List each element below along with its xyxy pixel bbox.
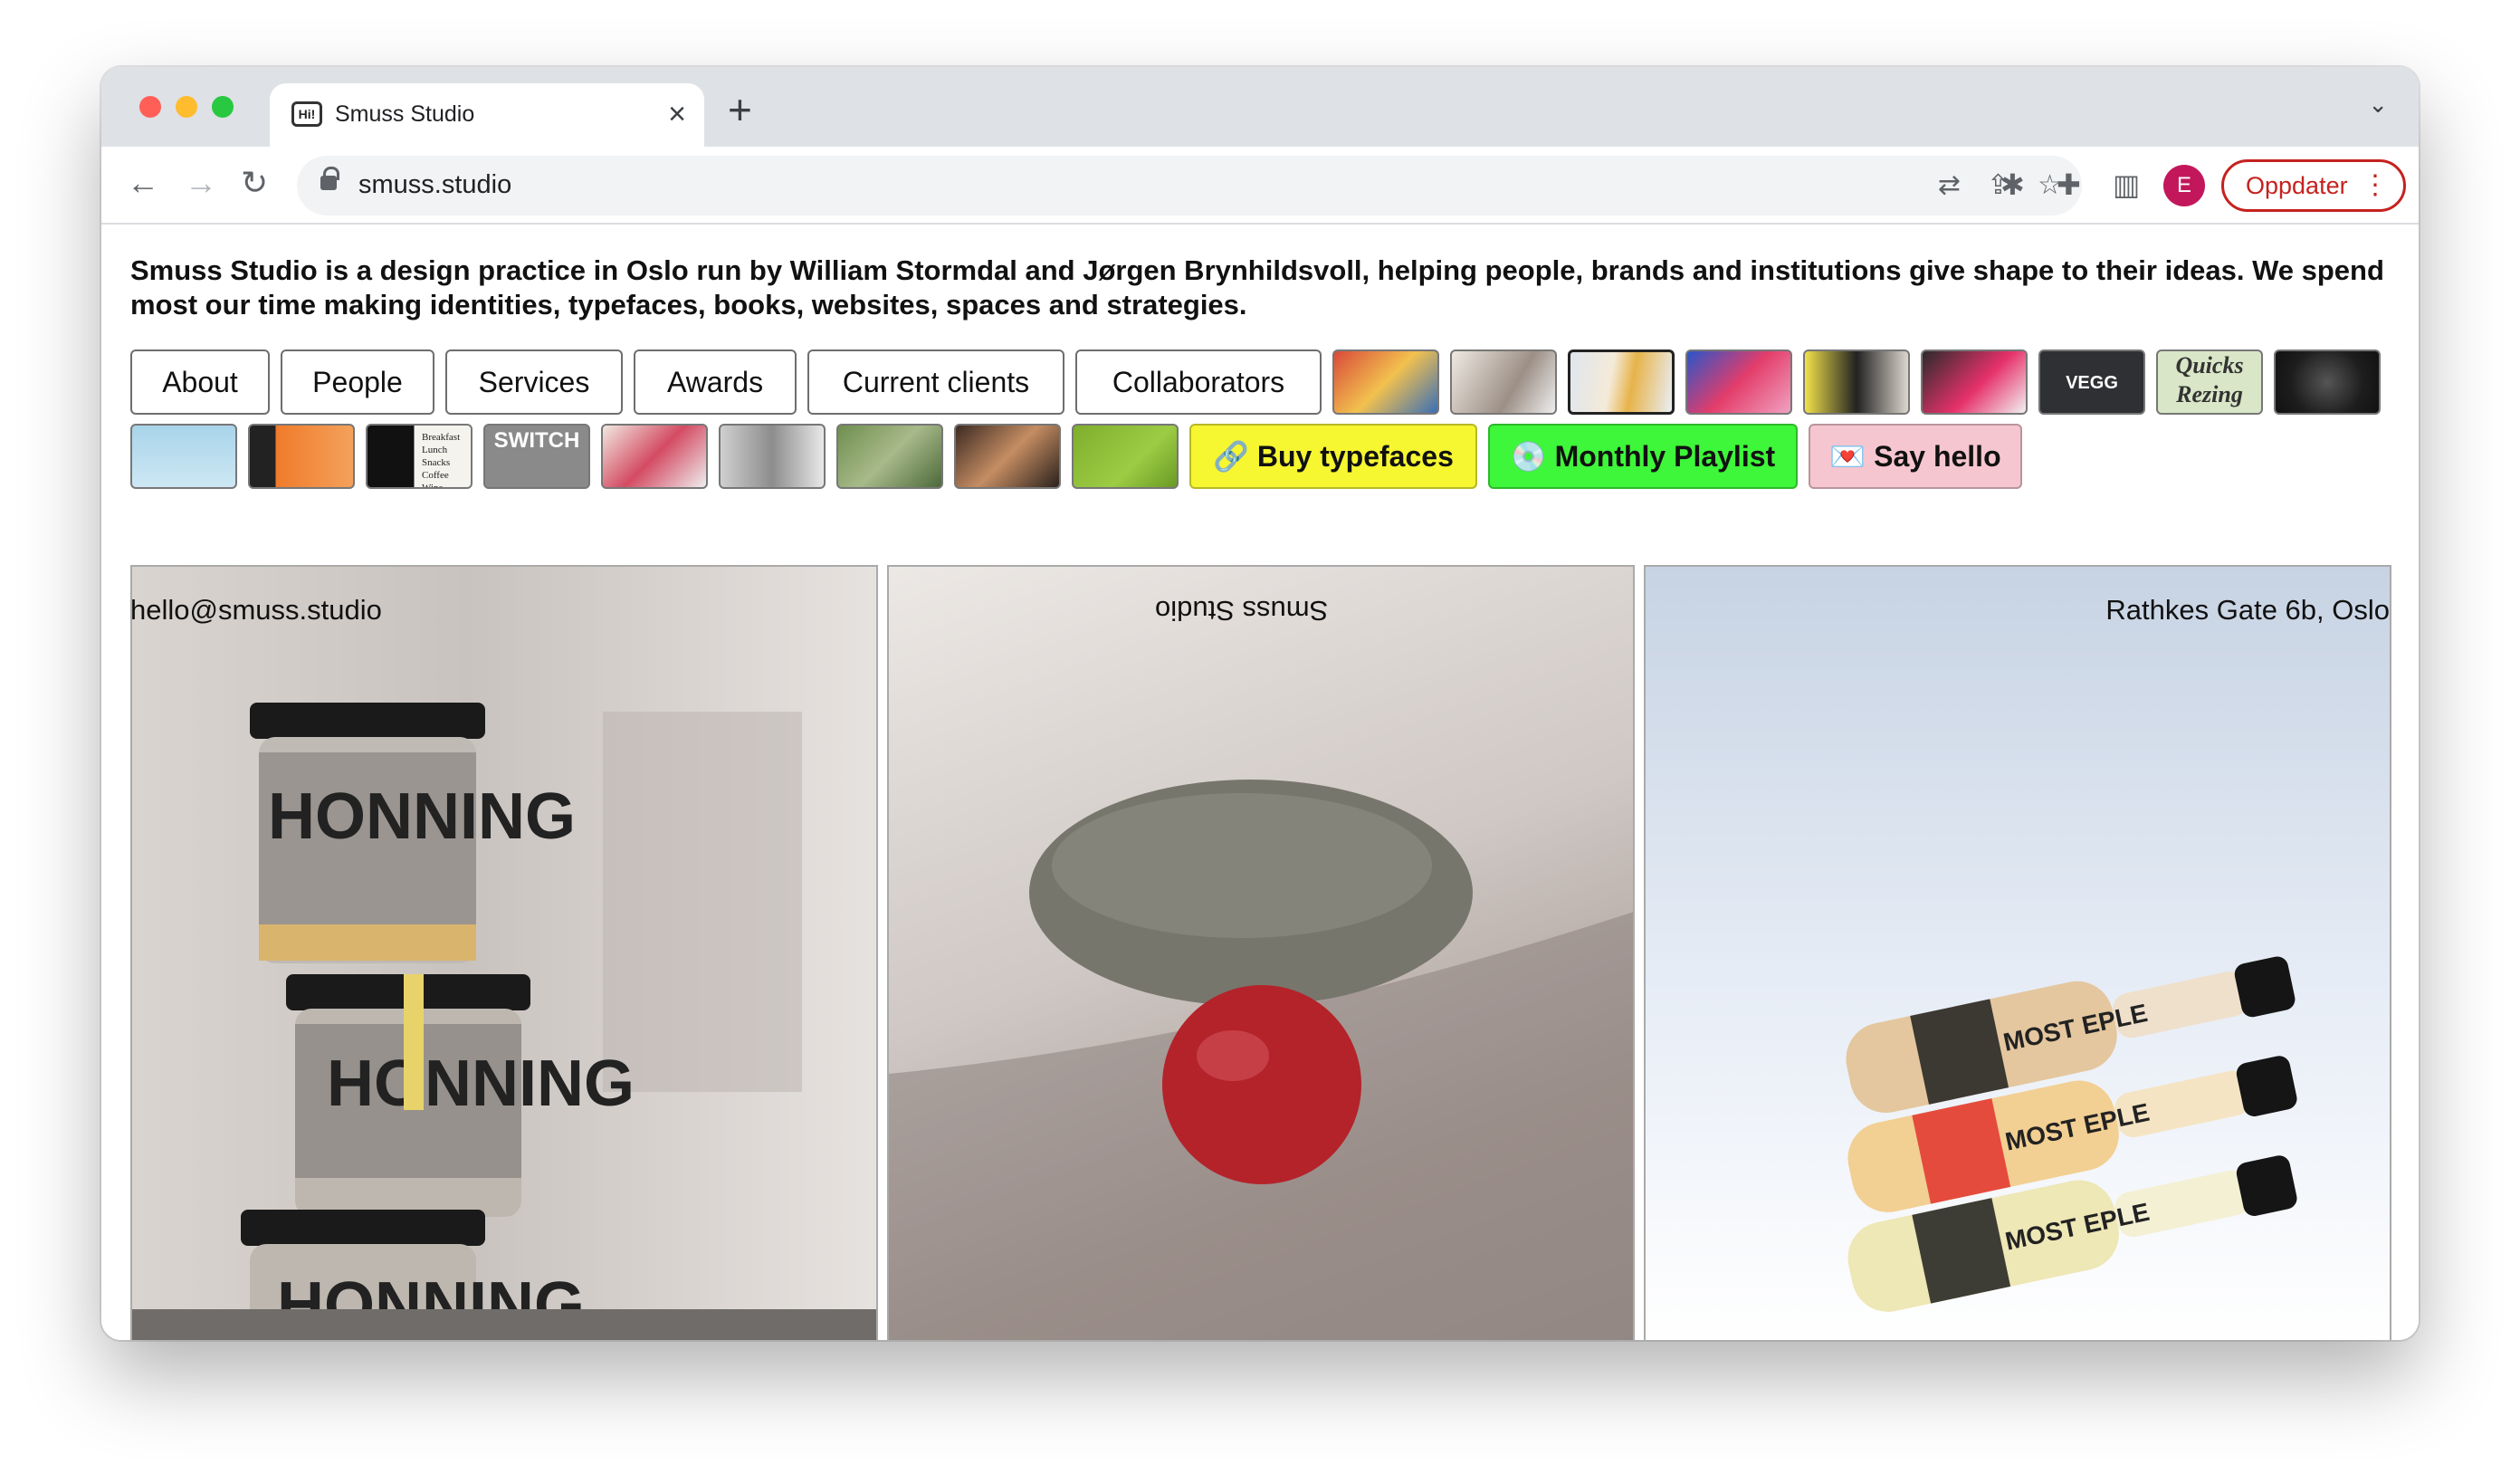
zoom-window-button[interactable] (212, 96, 234, 118)
close-window-button[interactable] (139, 96, 161, 118)
forward-arrow-icon[interactable]: → (185, 163, 217, 203)
thumb-text-quicks: Quicks (2175, 352, 2244, 378)
project-thumbnail[interactable] (1332, 349, 1439, 415)
update-button[interactable]: Oppdater ⋮ (2221, 159, 2406, 212)
jar-middle: HONNING (286, 974, 635, 1217)
extensions-puzzle-icon[interactable]: ✚ (2057, 167, 2081, 203)
profile-avatar[interactable]: E (2163, 165, 2205, 206)
jar-label-text: HONNING (268, 780, 576, 853)
address-text: Rathkes Gate 6b, Oslo (2105, 594, 2390, 626)
monthly-playlist-button[interactable]: 💿 Monthly Playlist (1488, 424, 1798, 489)
project-thumbnail[interactable] (1921, 349, 2028, 415)
project-thumbnail[interactable] (1685, 349, 1792, 415)
cider-bottles-photo[interactable]: MOST EPLE MOST EPLE MOST EPLE (1644, 565, 2391, 1340)
project-thumbnail[interactable] (601, 424, 708, 489)
browser-window: Hi! Smuss Studio × + ⌄ ← → ↻ smuss.studi… (101, 67, 2419, 1340)
people-button[interactable]: People (281, 349, 434, 415)
project-thumbnail-type-specimen[interactable]: Quicks Rezing (2156, 349, 2263, 415)
jar-top: HONNING (250, 703, 576, 963)
project-thumbnail[interactable] (1072, 424, 1179, 489)
back-arrow-icon[interactable]: ← (127, 163, 159, 203)
buy-typefaces-button[interactable]: 🔗 Buy typefaces (1189, 424, 1477, 489)
project-thumbnail-vegg[interactable]: VEGG (2038, 349, 2145, 415)
tab-strip: Hi! Smuss Studio × + ⌄ (101, 67, 2419, 148)
project-thumbnail[interactable] (719, 424, 826, 489)
close-tab-icon[interactable]: × (668, 96, 686, 132)
project-thumbnail[interactable] (130, 424, 237, 489)
project-thumbnail[interactable] (2274, 349, 2381, 415)
say-hello-button[interactable]: 💌 Say hello (1809, 424, 2022, 489)
update-button-label: Oppdater (2246, 172, 2348, 199)
project-thumbnail-menu[interactable]: Breakfast Lunch Snacks Coffee Wine (366, 424, 472, 489)
thumb-text-rezing: Rezing (2176, 381, 2243, 407)
email-text[interactable]: hello@smuss.studio (130, 594, 382, 627)
project-thumbnail-selected[interactable] (1568, 349, 1675, 415)
tab-title: Smuss Studio (335, 101, 475, 127)
stone-on-apple-photo[interactable] (887, 565, 1635, 1340)
intro-text: Smuss Studio is a design practice in Osl… (130, 254, 2384, 321)
minimize-window-button[interactable] (176, 96, 197, 118)
side-panel-icon[interactable]: ▥ (2113, 167, 2140, 203)
stone-apple-illustration (889, 780, 1633, 1340)
browser-toolbar: ← → ↻ smuss.studio ⇄ ⇪ ☆ ✱ ✚ ▥ E Oppdate… (101, 147, 2419, 225)
url-text[interactable]: smuss.studio (358, 170, 511, 200)
lock-icon[interactable] (320, 167, 339, 190)
cider-bottles-illustration: MOST EPLE MOST EPLE MOST EPLE (1846, 956, 2297, 1312)
project-thumbnail[interactable] (954, 424, 1061, 489)
reload-icon[interactable]: ↻ (241, 163, 268, 203)
translate-icon[interactable]: ⇄ (1938, 168, 1961, 203)
address-bar[interactable]: smuss.studio ⇄ ⇪ ☆ (297, 156, 2082, 215)
honey-jars-illustration: HONNING HONNING HONNING (132, 703, 876, 1340)
project-thumbnail[interactable] (836, 424, 943, 489)
honey-jars-photo[interactable]: HONNING HONNING HONNING (130, 565, 878, 1340)
bug-extension-icon[interactable]: ✱ (2000, 167, 2025, 203)
current-clients-button[interactable]: Current clients (807, 349, 1064, 415)
about-button[interactable]: About (130, 349, 270, 415)
chevron-down-icon[interactable]: ⌄ (2368, 91, 2388, 119)
services-button[interactable]: Services (445, 349, 623, 415)
thumb-text-menu: Breakfast Lunch Snacks Coffee Wine (422, 432, 461, 489)
more-menu-icon[interactable]: ⋮ (2362, 162, 2389, 209)
collaborators-button[interactable]: Collaborators (1075, 349, 1322, 415)
page-content: Smuss Studio is a design practice in Osl… (101, 226, 2419, 1340)
awards-button[interactable]: Awards (634, 349, 797, 415)
favicon-icon: Hi! (291, 101, 322, 127)
project-thumbnail-switch[interactable]: SWITCH (483, 424, 590, 489)
studio-name-upside-down: Smuss Studio (1155, 595, 1329, 627)
project-thumbnail[interactable] (1803, 349, 1910, 415)
new-tab-icon[interactable]: + (728, 87, 752, 132)
svg-text:HONNING: HONNING (327, 1048, 635, 1120)
project-thumbnail[interactable] (248, 424, 355, 489)
browser-tab[interactable]: Hi! Smuss Studio × (270, 83, 704, 148)
project-thumbnail[interactable] (1450, 349, 1557, 415)
